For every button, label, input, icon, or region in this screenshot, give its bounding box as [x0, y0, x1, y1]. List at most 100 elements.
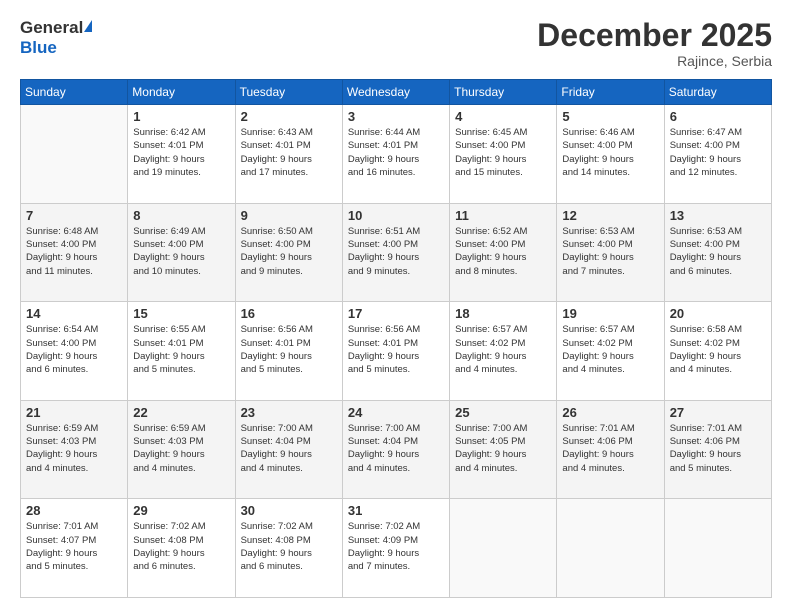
table-row: 27 Sunrise: 7:01 AM Sunset: 4:06 PM Dayli…	[664, 400, 771, 499]
logo: General Blue	[20, 18, 92, 58]
table-row: 19Sunrise: 6:57 AM Sunset: 4:02 PM Dayli…	[557, 302, 664, 401]
table-row: 1 Sunrise: 6:42 AM Sunset: 4:01 PM Daylig…	[128, 105, 235, 204]
header-monday: Monday	[128, 80, 235, 105]
day-info: Sunrise: 6:57 AM Sunset: 4:02 PM Dayligh…	[562, 323, 658, 376]
day-number: 18	[455, 306, 551, 321]
day-number: 4	[455, 109, 551, 124]
day-info: Sunrise: 6:57 AM Sunset: 4:02 PM Dayligh…	[455, 323, 551, 376]
day-number: 2	[241, 109, 337, 124]
header-friday: Friday	[557, 80, 664, 105]
table-row: 28 Sunrise: 7:01 AM Sunset: 4:07 PM Dayli…	[21, 499, 128, 598]
day-number: 28	[26, 503, 122, 518]
day-info: Sunrise: 6:43 AM Sunset: 4:01 PM Dayligh…	[241, 126, 337, 179]
header-thursday: Thursday	[450, 80, 557, 105]
day-number: 29	[133, 503, 229, 518]
day-number: 27	[670, 405, 766, 420]
table-row: 2 Sunrise: 6:43 AM Sunset: 4:01 PM Daylig…	[235, 105, 342, 204]
day-info: Sunrise: 7:01 AM Sunset: 4:07 PM Dayligh…	[26, 520, 122, 573]
day-info: Sunrise: 7:00 AM Sunset: 4:04 PM Dayligh…	[348, 422, 444, 475]
day-info: Sunrise: 6:44 AM Sunset: 4:01 PM Dayligh…	[348, 126, 444, 179]
table-row: 6 Sunrise: 6:47 AM Sunset: 4:00 PM Daylig…	[664, 105, 771, 204]
day-number: 20	[670, 306, 766, 321]
day-info: Sunrise: 6:51 AM Sunset: 4:00 PM Dayligh…	[348, 225, 444, 278]
day-info: Sunrise: 7:01 AM Sunset: 4:06 PM Dayligh…	[670, 422, 766, 475]
day-info: Sunrise: 7:02 AM Sunset: 4:09 PM Dayligh…	[348, 520, 444, 573]
day-number: 6	[670, 109, 766, 124]
day-number: 7	[26, 208, 122, 223]
day-info: Sunrise: 6:42 AM Sunset: 4:01 PM Dayligh…	[133, 126, 229, 179]
day-info: Sunrise: 6:59 AM Sunset: 4:03 PM Dayligh…	[26, 422, 122, 475]
header-sunday: Sunday	[21, 80, 128, 105]
day-info: Sunrise: 6:48 AM Sunset: 4:00 PM Dayligh…	[26, 225, 122, 278]
table-row: 13Sunrise: 6:53 AM Sunset: 4:00 PM Dayli…	[664, 203, 771, 302]
location-text: Rajince, Serbia	[537, 53, 772, 69]
day-number: 25	[455, 405, 551, 420]
day-info: Sunrise: 7:01 AM Sunset: 4:06 PM Dayligh…	[562, 422, 658, 475]
table-row: 31 Sunrise: 7:02 AM Sunset: 4:09 PM Dayli…	[342, 499, 449, 598]
day-number: 23	[241, 405, 337, 420]
day-number: 8	[133, 208, 229, 223]
table-row: 30 Sunrise: 7:02 AM Sunset: 4:08 PM Dayli…	[235, 499, 342, 598]
day-info: Sunrise: 6:56 AM Sunset: 4:01 PM Dayligh…	[348, 323, 444, 376]
table-row: 16Sunrise: 6:56 AM Sunset: 4:01 PM Dayli…	[235, 302, 342, 401]
day-info: Sunrise: 6:53 AM Sunset: 4:00 PM Dayligh…	[670, 225, 766, 278]
day-number: 22	[133, 405, 229, 420]
table-row: 5 Sunrise: 6:46 AM Sunset: 4:00 PM Daylig…	[557, 105, 664, 204]
day-number: 24	[348, 405, 444, 420]
table-row: 3 Sunrise: 6:44 AM Sunset: 4:01 PM Daylig…	[342, 105, 449, 204]
day-info: Sunrise: 6:45 AM Sunset: 4:00 PM Dayligh…	[455, 126, 551, 179]
header-tuesday: Tuesday	[235, 80, 342, 105]
day-info: Sunrise: 6:58 AM Sunset: 4:02 PM Dayligh…	[670, 323, 766, 376]
day-info: Sunrise: 6:55 AM Sunset: 4:01 PM Dayligh…	[133, 323, 229, 376]
day-info: Sunrise: 6:46 AM Sunset: 4:00 PM Dayligh…	[562, 126, 658, 179]
table-row: 26 Sunrise: 7:01 AM Sunset: 4:06 PM Dayli…	[557, 400, 664, 499]
day-info: Sunrise: 6:59 AM Sunset: 4:03 PM Dayligh…	[133, 422, 229, 475]
day-info: Sunrise: 6:47 AM Sunset: 4:00 PM Dayligh…	[670, 126, 766, 179]
table-row: 12 Sunrise: 6:53 AM Sunset: 4:00 PM Dayli…	[557, 203, 664, 302]
table-row	[21, 105, 128, 204]
day-info: Sunrise: 7:00 AM Sunset: 4:04 PM Dayligh…	[241, 422, 337, 475]
logo-arrow-icon	[84, 20, 92, 32]
day-number: 26	[562, 405, 658, 420]
header-wednesday: Wednesday	[342, 80, 449, 105]
day-number: 3	[348, 109, 444, 124]
day-info: Sunrise: 6:54 AM Sunset: 4:00 PM Dayligh…	[26, 323, 122, 376]
header: General Blue December 2025 Rajince, Serb…	[20, 18, 772, 69]
logo-general-text: General	[20, 18, 83, 38]
month-year-title: December 2025	[537, 18, 772, 53]
day-number: 30	[241, 503, 337, 518]
day-number: 11	[455, 208, 551, 223]
day-info: Sunrise: 6:53 AM Sunset: 4:00 PM Dayligh…	[562, 225, 658, 278]
table-row: 4 Sunrise: 6:45 AM Sunset: 4:00 PM Daylig…	[450, 105, 557, 204]
logo-blue-text: Blue	[20, 38, 57, 57]
day-number: 21	[26, 405, 122, 420]
table-row: 8 Sunrise: 6:49 AM Sunset: 4:00 PM Daylig…	[128, 203, 235, 302]
day-info: Sunrise: 7:02 AM Sunset: 4:08 PM Dayligh…	[241, 520, 337, 573]
day-number: 17	[348, 306, 444, 321]
day-info: Sunrise: 6:52 AM Sunset: 4:00 PM Dayligh…	[455, 225, 551, 278]
table-row: 22 Sunrise: 6:59 AM Sunset: 4:03 PM Dayli…	[128, 400, 235, 499]
day-number: 10	[348, 208, 444, 223]
table-row: 9Sunrise: 6:50 AM Sunset: 4:00 PM Daylig…	[235, 203, 342, 302]
calendar-table: Sunday Monday Tuesday Wednesday Thursday…	[20, 79, 772, 598]
day-number: 5	[562, 109, 658, 124]
table-row	[664, 499, 771, 598]
table-row: 15Sunrise: 6:55 AM Sunset: 4:01 PM Dayli…	[128, 302, 235, 401]
table-row: 10 Sunrise: 6:51 AM Sunset: 4:00 PM Dayli…	[342, 203, 449, 302]
table-row: 7 Sunrise: 6:48 AM Sunset: 4:00 PM Daylig…	[21, 203, 128, 302]
table-row: 11 Sunrise: 6:52 AM Sunset: 4:00 PM Dayli…	[450, 203, 557, 302]
day-number: 9	[241, 208, 337, 223]
page: General Blue December 2025 Rajince, Serb…	[0, 0, 792, 612]
day-number: 12	[562, 208, 658, 223]
table-row: 17 Sunrise: 6:56 AM Sunset: 4:01 PM Dayli…	[342, 302, 449, 401]
header-saturday: Saturday	[664, 80, 771, 105]
day-number: 1	[133, 109, 229, 124]
day-info: Sunrise: 6:49 AM Sunset: 4:00 PM Dayligh…	[133, 225, 229, 278]
table-row: 20 Sunrise: 6:58 AM Sunset: 4:02 PM Dayli…	[664, 302, 771, 401]
table-row: 29Sunrise: 7:02 AM Sunset: 4:08 PM Dayli…	[128, 499, 235, 598]
table-row	[557, 499, 664, 598]
day-info: Sunrise: 7:00 AM Sunset: 4:05 PM Dayligh…	[455, 422, 551, 475]
day-number: 14	[26, 306, 122, 321]
day-number: 16	[241, 306, 337, 321]
day-number: 31	[348, 503, 444, 518]
